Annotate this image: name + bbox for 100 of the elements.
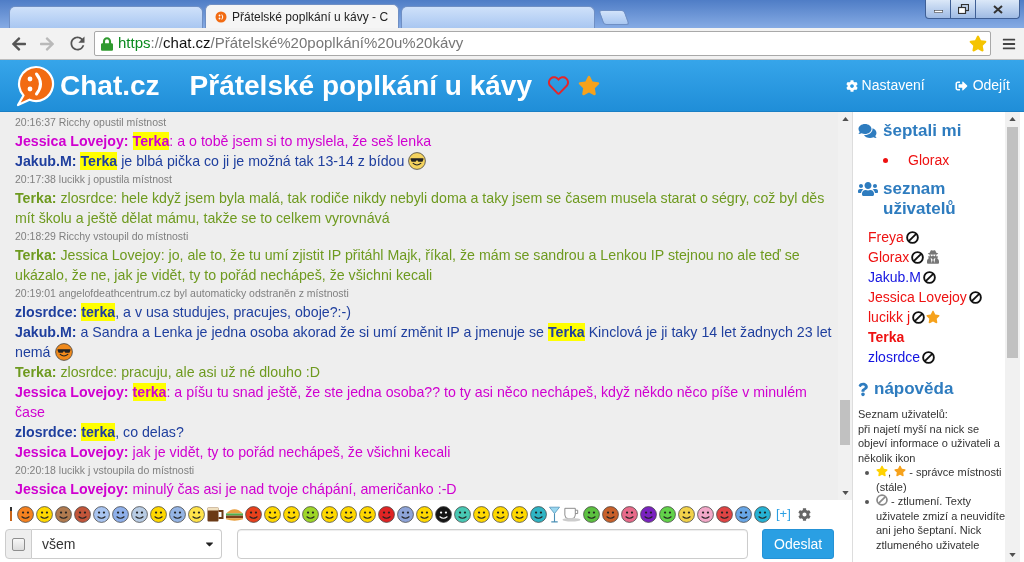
smiley-icon[interactable] (378, 505, 395, 523)
cigarette-icon[interactable] (9, 507, 13, 521)
section-heading: seznam uživatelů (883, 179, 957, 219)
user-name[interactable]: Terka (868, 326, 905, 348)
smiley-icon[interactable] (716, 505, 733, 523)
smiley-icon[interactable] (678, 505, 695, 523)
gear-icon[interactable] (797, 507, 811, 521)
smiley-icon[interactable] (36, 505, 53, 523)
smiley-icon[interactable] (359, 505, 376, 523)
scroll-down-icon[interactable] (1009, 553, 1016, 557)
smiley-icon[interactable] (621, 505, 638, 523)
timestamp: 20:20:18 (15, 464, 56, 476)
bullet-icon (865, 471, 869, 475)
ban-icon[interactable] (905, 230, 919, 244)
smiley-icon[interactable] (321, 505, 338, 523)
user-name[interactable]: Jessica Lovejoy (868, 286, 967, 308)
send-button[interactable]: Odeslat (762, 529, 835, 559)
minimize-button[interactable] (925, 0, 951, 19)
menu-icon[interactable] (1002, 36, 1016, 51)
smiley-icon[interactable] (735, 505, 752, 523)
sunglasses-smiley-icon (54, 343, 73, 361)
browser-tab[interactable]: Přátelské poplkání u kávy - C (205, 4, 399, 28)
system-message: lucikk j vstoupila do místnosti (58, 464, 195, 476)
smiley-icon[interactable] (454, 505, 471, 523)
smiley-icon[interactable] (302, 505, 319, 523)
smiley-icon[interactable] (397, 505, 414, 523)
scroll-down-icon[interactable] (841, 491, 849, 495)
ban-icon[interactable] (911, 250, 925, 264)
room-title: Přátelské poplkání u kávy (189, 69, 532, 102)
help-text: při najetí myší na nick se objeví informace o uživateli a několik ikon (858, 421, 1001, 465)
ban-icon[interactable] (922, 350, 936, 364)
section-heading: nápověda (874, 379, 954, 399)
system-message: angelofdeathcentrum.cz byl automaticky odstraněn z místnosti (58, 287, 349, 299)
gear-icon (845, 79, 858, 92)
smiley-icon[interactable] (112, 505, 129, 523)
burger-icon[interactable] (226, 507, 243, 521)
smiley-icon[interactable] (530, 505, 547, 523)
help-text: Seznam uživatelů: (858, 407, 948, 422)
smiley-icon[interactable] (169, 505, 186, 523)
user-name[interactable]: Glorax (908, 149, 950, 171)
help-text: - ztlumení. Texty uživatele zmizí a neuvidíte ani jeho šeptaní. Nick ztlumeného uživatele (876, 494, 1005, 552)
star-icon[interactable] (577, 75, 600, 96)
smiley-icon[interactable] (283, 505, 300, 523)
user-name[interactable]: Freya (868, 226, 904, 248)
smiley-icon[interactable] (435, 505, 452, 523)
maximize-button[interactable] (951, 0, 976, 19)
ban-icon[interactable] (968, 290, 982, 304)
chat-message: Terka: Jessica Lovejoy: jo, ale to, že tu umí zjistit IP přitáhl Majk, říkal, že mám se sandrou a Lenkou IP stejnou no ale teď se ukázalo, že ne, jak je vidět, ty to pořád nechápeš, že všichni kecali (15, 246, 801, 285)
more-emoji-link[interactable]: [+] (776, 506, 791, 522)
restore-icon (957, 4, 969, 14)
scrollbar-thumb[interactable] (1007, 127, 1018, 358)
user-name[interactable]: Jakub.M (868, 266, 921, 288)
chat-message: Terka: zlosrdce: pracuju, ale asi už né dlouho :D (15, 363, 320, 382)
comments-icon (858, 123, 877, 139)
cocktail-glass-icon[interactable] (549, 505, 560, 523)
smiley-icon[interactable] (640, 505, 657, 523)
smiley-icon[interactable] (416, 505, 433, 523)
user-name[interactable]: Glorax (868, 246, 910, 268)
message-input[interactable] (237, 529, 748, 559)
smiley-icon[interactable] (583, 505, 600, 523)
mug-icon[interactable] (207, 506, 224, 522)
help-text: , - správce místnosti (stále) (876, 465, 1003, 494)
sign-out-icon (954, 79, 968, 92)
back-arrow-icon[interactable] (11, 35, 27, 52)
scroll-up-icon[interactable] (841, 117, 849, 121)
smiley-icon[interactable] (131, 505, 148, 523)
star-icon[interactable] (969, 35, 987, 52)
smiley-icon[interactable] (188, 505, 205, 523)
name-mention: Terka (547, 323, 585, 341)
smiley-icon[interactable] (264, 505, 281, 523)
scrollbar-thumb[interactable] (840, 400, 850, 445)
smiley-icon[interactable] (55, 505, 72, 523)
system-message: Ricchy opustil místnost (58, 116, 167, 128)
smiley-icon[interactable] (17, 505, 34, 523)
smiley-icon[interactable] (511, 505, 528, 523)
user-name[interactable]: zlosrdce (868, 346, 921, 368)
smiley-icon[interactable] (697, 505, 714, 523)
smiley-icon[interactable] (245, 505, 262, 523)
user-name[interactable]: lucikk j (868, 306, 910, 328)
smiley-icon[interactable] (74, 505, 91, 523)
ban-icon[interactable] (912, 310, 925, 324)
smiley-icon[interactable] (602, 505, 619, 523)
address-field[interactable]: https://chat.cz/Přátelské%20poplkání%20u%20kávy (94, 31, 991, 56)
chat-message: Jessica Lovejoy: minulý čas asi je nad tvoje chápání, američanko :-D (15, 480, 457, 499)
smiley-icon[interactable] (93, 505, 110, 523)
ban-icon[interactable] (922, 270, 936, 284)
scroll-up-icon[interactable] (1009, 117, 1016, 121)
smiley-icon[interactable] (473, 505, 490, 523)
recipient-select[interactable]: všem (32, 529, 222, 559)
smiley-icon[interactable] (659, 505, 676, 523)
checkbox[interactable] (12, 537, 25, 551)
smiley-icon[interactable] (754, 505, 771, 523)
logout-link[interactable]: Odejít (954, 75, 1010, 96)
settings-link[interactable]: Nastavení (845, 75, 925, 96)
smiley-icon[interactable] (150, 505, 167, 523)
smiley-icon[interactable] (492, 505, 509, 523)
logo-text[interactable]: Chat.cz (60, 69, 160, 102)
scrollbar[interactable] (1005, 112, 1020, 562)
close-button[interactable] (976, 0, 1020, 19)
smiley-icon[interactable] (340, 505, 357, 523)
